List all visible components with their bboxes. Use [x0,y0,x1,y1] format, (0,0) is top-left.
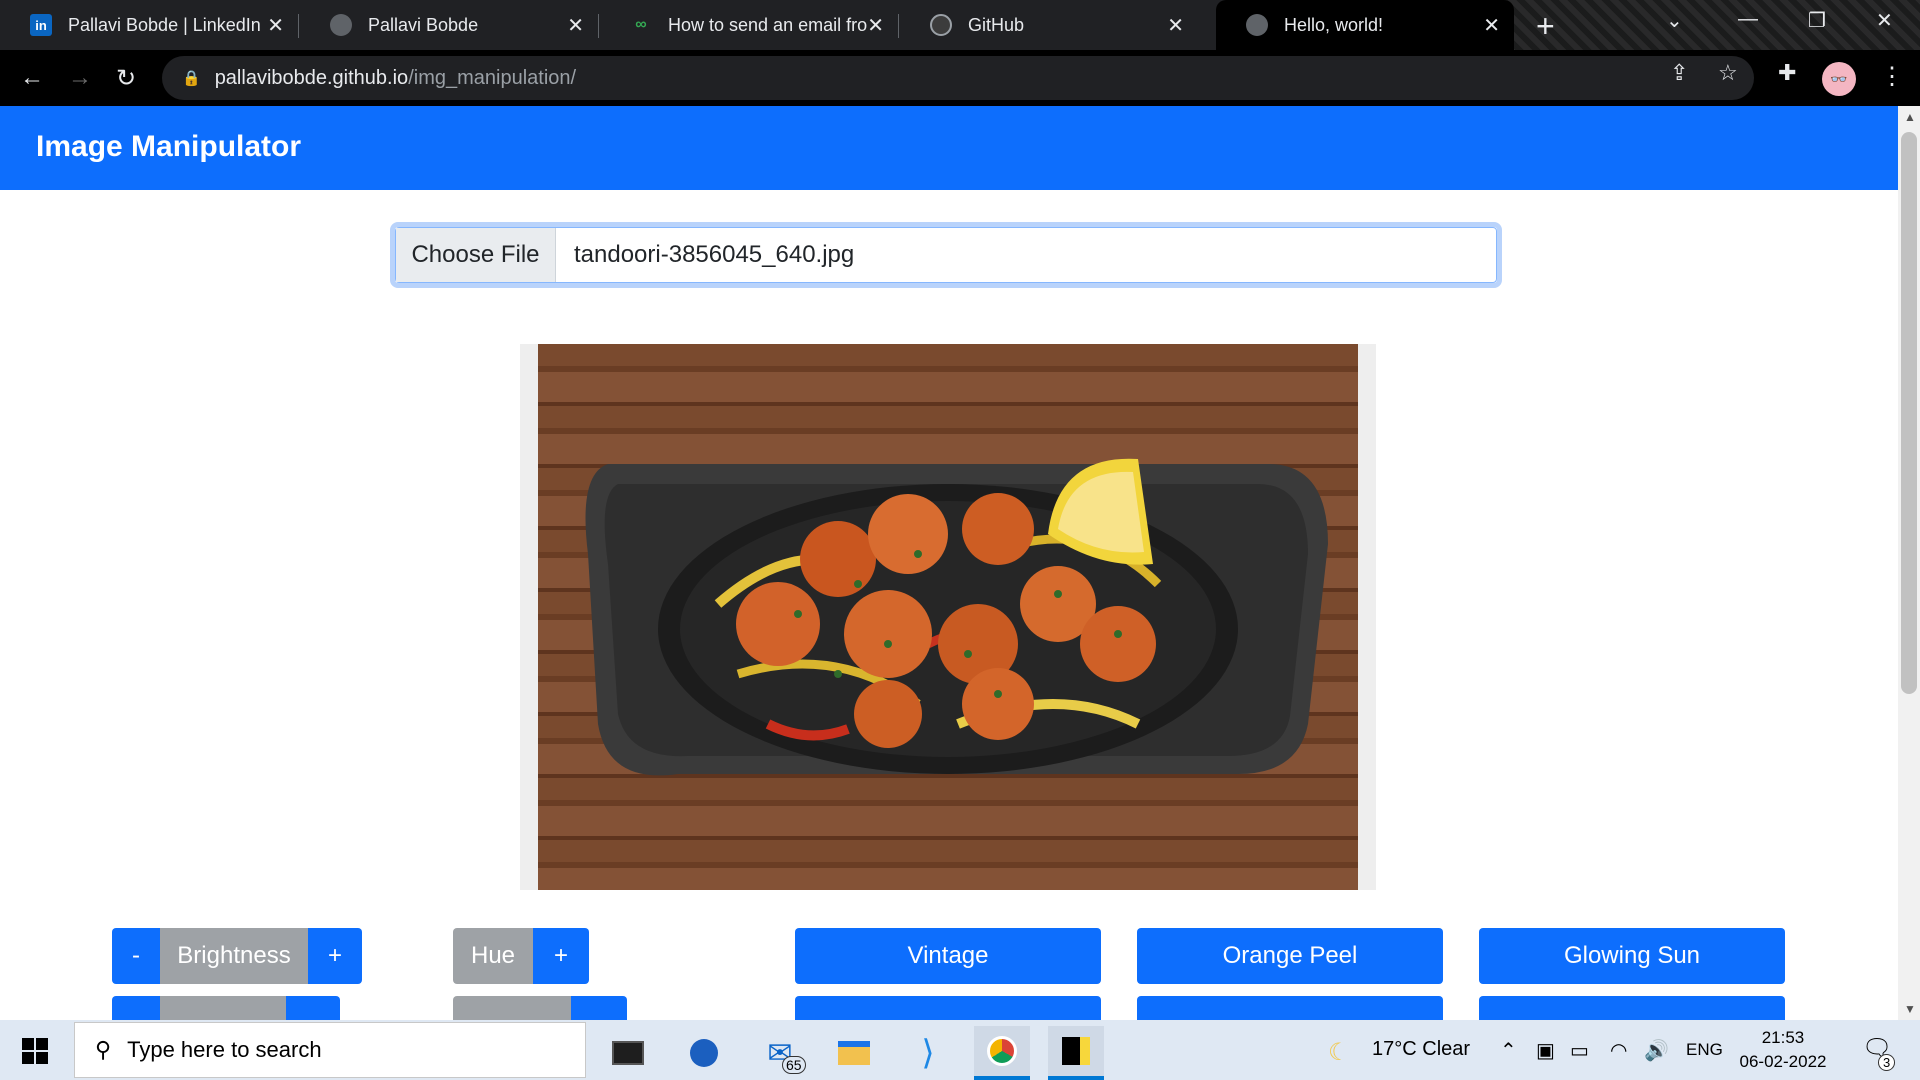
extensions-icon[interactable]: ✚ [1778,60,1796,86]
volume-icon[interactable]: 🔊 [1644,1038,1669,1063]
brightness-increase-button[interactable]: + [308,928,362,984]
reload-icon[interactable]: ↻ [116,64,136,93]
scrollbar-thumb[interactable] [1901,132,1917,694]
chevron-up-icon[interactable]: ⌃ [1500,1038,1517,1063]
scroll-down-icon[interactable]: ▼ [1904,1002,1916,1016]
tab-github[interactable]: GitHub ✕ [900,6,1198,44]
minimize-icon[interactable]: — [1738,8,1758,31]
browser-toolbar: ← → ↻ 🔒 pallavibobde.github.io /img_mani… [0,50,1920,106]
search-icon: ⚲ [95,1037,112,1062]
taskbar-search[interactable]: ⚲ Type here to search [74,1022,586,1078]
share-icon[interactable]: ⇪ [1670,60,1688,86]
tab-title: Pallavi Bobde | LinkedIn [68,14,261,35]
tab-strip: in Pallavi Bobde | LinkedIn ✕ Pallavi Bo… [0,0,1920,50]
battery-icon[interactable]: ▭ [1570,1038,1589,1063]
link-icon: ∞ [635,16,647,33]
clock-time: 21:53 [1761,1028,1805,1047]
weather-text[interactable]: 17°C Clear [1372,1038,1470,1061]
selected-file-name: tandoori-3856045_640.jpg [574,241,855,268]
restore-icon[interactable]: ❐ [1808,8,1826,33]
address-bar[interactable]: 🔒 pallavibobde.github.io /img_manipulati… [162,56,1754,100]
notification-count: 3 [1878,1054,1896,1071]
choose-file-button[interactable]: Choose File [396,228,556,282]
hue-increase-button[interactable]: + [533,928,589,984]
tab-separator [298,14,299,38]
bookmark-star-icon[interactable]: ☆ [1718,60,1738,86]
url-path: /img_manipulation/ [408,66,577,89]
moon-weather-icon[interactable]: ☾ [1328,1038,1350,1067]
scroll-up-icon[interactable]: ▲ [1904,110,1916,124]
close-icon[interactable]: ✕ [867,13,884,38]
navbar-brand[interactable]: Image Manipulator [36,130,301,164]
tab-email[interactable]: ∞ How to send an email fro ✕ [600,6,899,44]
saturation-control [453,996,627,1020]
terminal-icon[interactable] [600,1026,656,1080]
navbar: Image Manipulator [0,106,1898,190]
linkedin-icon: in [30,14,52,36]
back-icon[interactable]: ← [20,64,44,92]
page-content: Image Manipulator Choose File tandoori-3… [0,106,1898,1020]
tab-separator [598,14,599,38]
orange-peel-filter-button[interactable]: Orange Peel [1137,928,1443,984]
chevron-down-icon[interactable]: ⌄ [1666,8,1683,33]
hue-control: Hue + [453,928,589,984]
filter-button[interactable] [795,996,1101,1020]
window-close-icon[interactable]: ✕ [1876,8,1893,33]
filter-button[interactable] [1137,996,1443,1020]
profile-avatar[interactable]: 👓 [1822,62,1856,96]
tab-linkedin[interactable]: in Pallavi Bobde | LinkedIn ✕ [0,6,299,44]
language-indicator[interactable]: ENG [1686,1040,1723,1060]
globe-icon [330,14,352,36]
meet-icon[interactable]: ▣ [1536,1038,1555,1063]
mail-icon[interactable]: ✉ 65 [752,1026,808,1080]
wifi-icon[interactable]: ◠ [1610,1038,1627,1063]
clock[interactable]: 21:53 06-02-2022 [1728,1026,1838,1074]
kebab-menu-icon[interactable]: ⋮ [1880,62,1904,91]
file-input[interactable]: Choose File tandoori-3856045_640.jpg [390,222,1502,288]
close-icon[interactable]: ✕ [567,13,584,38]
filter-button[interactable] [1479,996,1785,1020]
github-icon [930,14,952,36]
vintage-filter-button[interactable]: Vintage [795,928,1101,984]
lock-icon: 🔒 [182,70,201,87]
brightness-label: Brightness [160,928,308,984]
windows-start-icon[interactable] [22,1038,48,1064]
weather-app-icon[interactable] [676,1026,732,1080]
hue-label: Hue [453,928,533,984]
tab-separator [898,14,899,38]
globe-icon [1246,14,1268,36]
close-icon[interactable]: ✕ [1167,13,1184,38]
glowing-sun-filter-button[interactable]: Glowing Sun [1479,928,1785,984]
tandoori-sizzler-image [538,344,1358,890]
file-explorer-icon[interactable] [826,1026,882,1080]
brightness-control: - Brightness + [112,928,362,984]
contrast-control [112,996,340,1020]
tab-title: Hello, world! [1284,14,1384,35]
windows-taskbar: ⚲ Type here to search ✉ 65 ⟩ ☾ 17°C Clea… [0,1020,1920,1080]
brightness-decrease-button[interactable]: - [112,928,160,984]
search-placeholder: Type here to search [127,1037,322,1062]
chrome-icon[interactable] [974,1026,1030,1080]
mail-badge: 65 [782,1056,806,1074]
tab-title: How to send an email fro [668,14,868,35]
forward-icon[interactable]: → [68,64,92,92]
tab-hello-world[interactable]: Hello, world! ✕ [1216,0,1514,50]
url-host: pallavibobde.github.io [214,66,409,89]
food-illustration [585,458,1328,776]
vertical-scrollbar[interactable]: ▲ ▼ [1898,106,1920,1020]
image-canvas [520,344,1376,890]
clock-date: 06-02-2022 [1739,1052,1827,1071]
tab-title: GitHub [968,14,1025,35]
close-icon[interactable]: ✕ [1483,13,1500,38]
tab-pallavi[interactable]: Pallavi Bobde ✕ [300,6,599,44]
sticky-notes-icon[interactable] [1048,1026,1104,1080]
tab-title: Pallavi Bobde [368,14,479,35]
close-icon[interactable]: ✕ [267,13,284,38]
vscode-icon[interactable]: ⟩ [900,1026,956,1080]
new-tab-icon[interactable]: + [1536,8,1555,45]
